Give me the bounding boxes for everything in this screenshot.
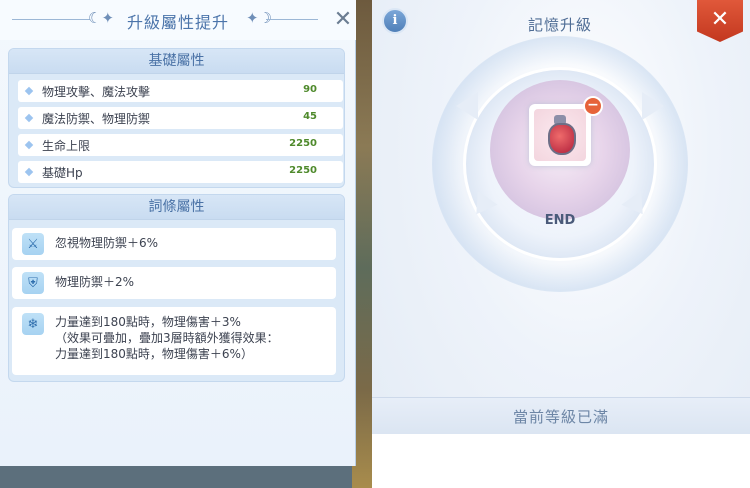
remove-icon[interactable]: − <box>583 96 603 116</box>
trait-card: ⛨ 物理防禦＋2% <box>12 267 336 299</box>
potion-icon <box>548 123 576 155</box>
trait-text: 忽視物理防禦＋6% <box>55 236 159 250</box>
stat-label: 物理攻擊、魔法攻擊 <box>42 85 151 99</box>
attribute-panel: ☾✦ 升級屬性提升 ✦☽ ✕ 基礎屬性 物理攻擊、魔法攻擊 90 魔法防禦、物理… <box>0 0 356 466</box>
item-slot-background <box>534 109 586 161</box>
diamond-bullet-icon <box>24 167 34 177</box>
base-attributes-title: 基礎屬性 <box>9 49 344 74</box>
attribute-panel-title: 升級屬性提升 <box>126 13 229 32</box>
diamond-bullet-icon <box>24 140 34 150</box>
status-text: 當前等級已滿 <box>512 408 609 426</box>
trait-card: ⚔ 忽視物理防禦＋6% <box>12 228 336 260</box>
memory-item-slot[interactable] <box>529 104 591 166</box>
attribute-panel-header: ☾✦ 升級屬性提升 ✦☽ ✕ <box>0 0 356 40</box>
trait-text: 物理防禦＋2% <box>55 275 135 289</box>
diamond-bullet-icon <box>24 86 34 96</box>
stat-value: 2250 <box>289 138 317 149</box>
stat-value: 90 <box>303 84 317 95</box>
stat-row: 物理攻擊、魔法攻擊 90 <box>18 80 343 102</box>
shield-icon: ⛨ <box>22 272 44 294</box>
ornament-right-icon: ✦☽ <box>246 9 273 27</box>
trait-text: 力量達到180點時，物理傷害＋3% （效果可疊加，疊加3層時額外獲得效果： 力量… <box>55 315 279 361</box>
stat-row: 魔法防禦、物理防禦 45 <box>18 107 343 129</box>
stat-label: 基礎Hp <box>42 166 83 180</box>
stat-label: 魔法防禦、物理防禦 <box>42 112 151 126</box>
sword-pierce-icon: ⚔ <box>22 233 44 255</box>
memory-upgrade-title: 記憶升級 <box>527 16 592 34</box>
header-divider-right <box>266 19 318 20</box>
panel-footer <box>372 434 750 488</box>
info-icon[interactable]: i <box>382 8 408 34</box>
stat-value: 2250 <box>289 165 317 176</box>
arrow-left-icon <box>456 92 478 120</box>
level-label: END <box>544 213 576 228</box>
stat-row: 基礎Hp 2250 <box>18 161 343 183</box>
trait-card: ❄ 力量達到180點時，物理傷害＋3% （效果可疊加，疊加3層時額外獲得效果： … <box>12 307 336 375</box>
stat-label: 生命上限 <box>42 139 91 153</box>
snowflake-icon: ❄ <box>22 313 44 335</box>
close-icon[interactable]: ✕ <box>332 9 354 31</box>
stat-value: 45 <box>303 111 317 122</box>
header-divider-left <box>12 19 90 20</box>
trait-attributes-title: 詞條屬性 <box>9 195 344 220</box>
stat-row: 生命上限 2250 <box>18 134 343 156</box>
base-attributes-section: 基礎屬性 物理攻擊、魔法攻擊 90 魔法防禦、物理防禦 45 生命上限 2250… <box>8 48 345 188</box>
arrow-right-icon <box>642 92 664 120</box>
diamond-bullet-icon <box>24 113 34 123</box>
status-bar: 當前等級已滿 <box>372 397 750 435</box>
